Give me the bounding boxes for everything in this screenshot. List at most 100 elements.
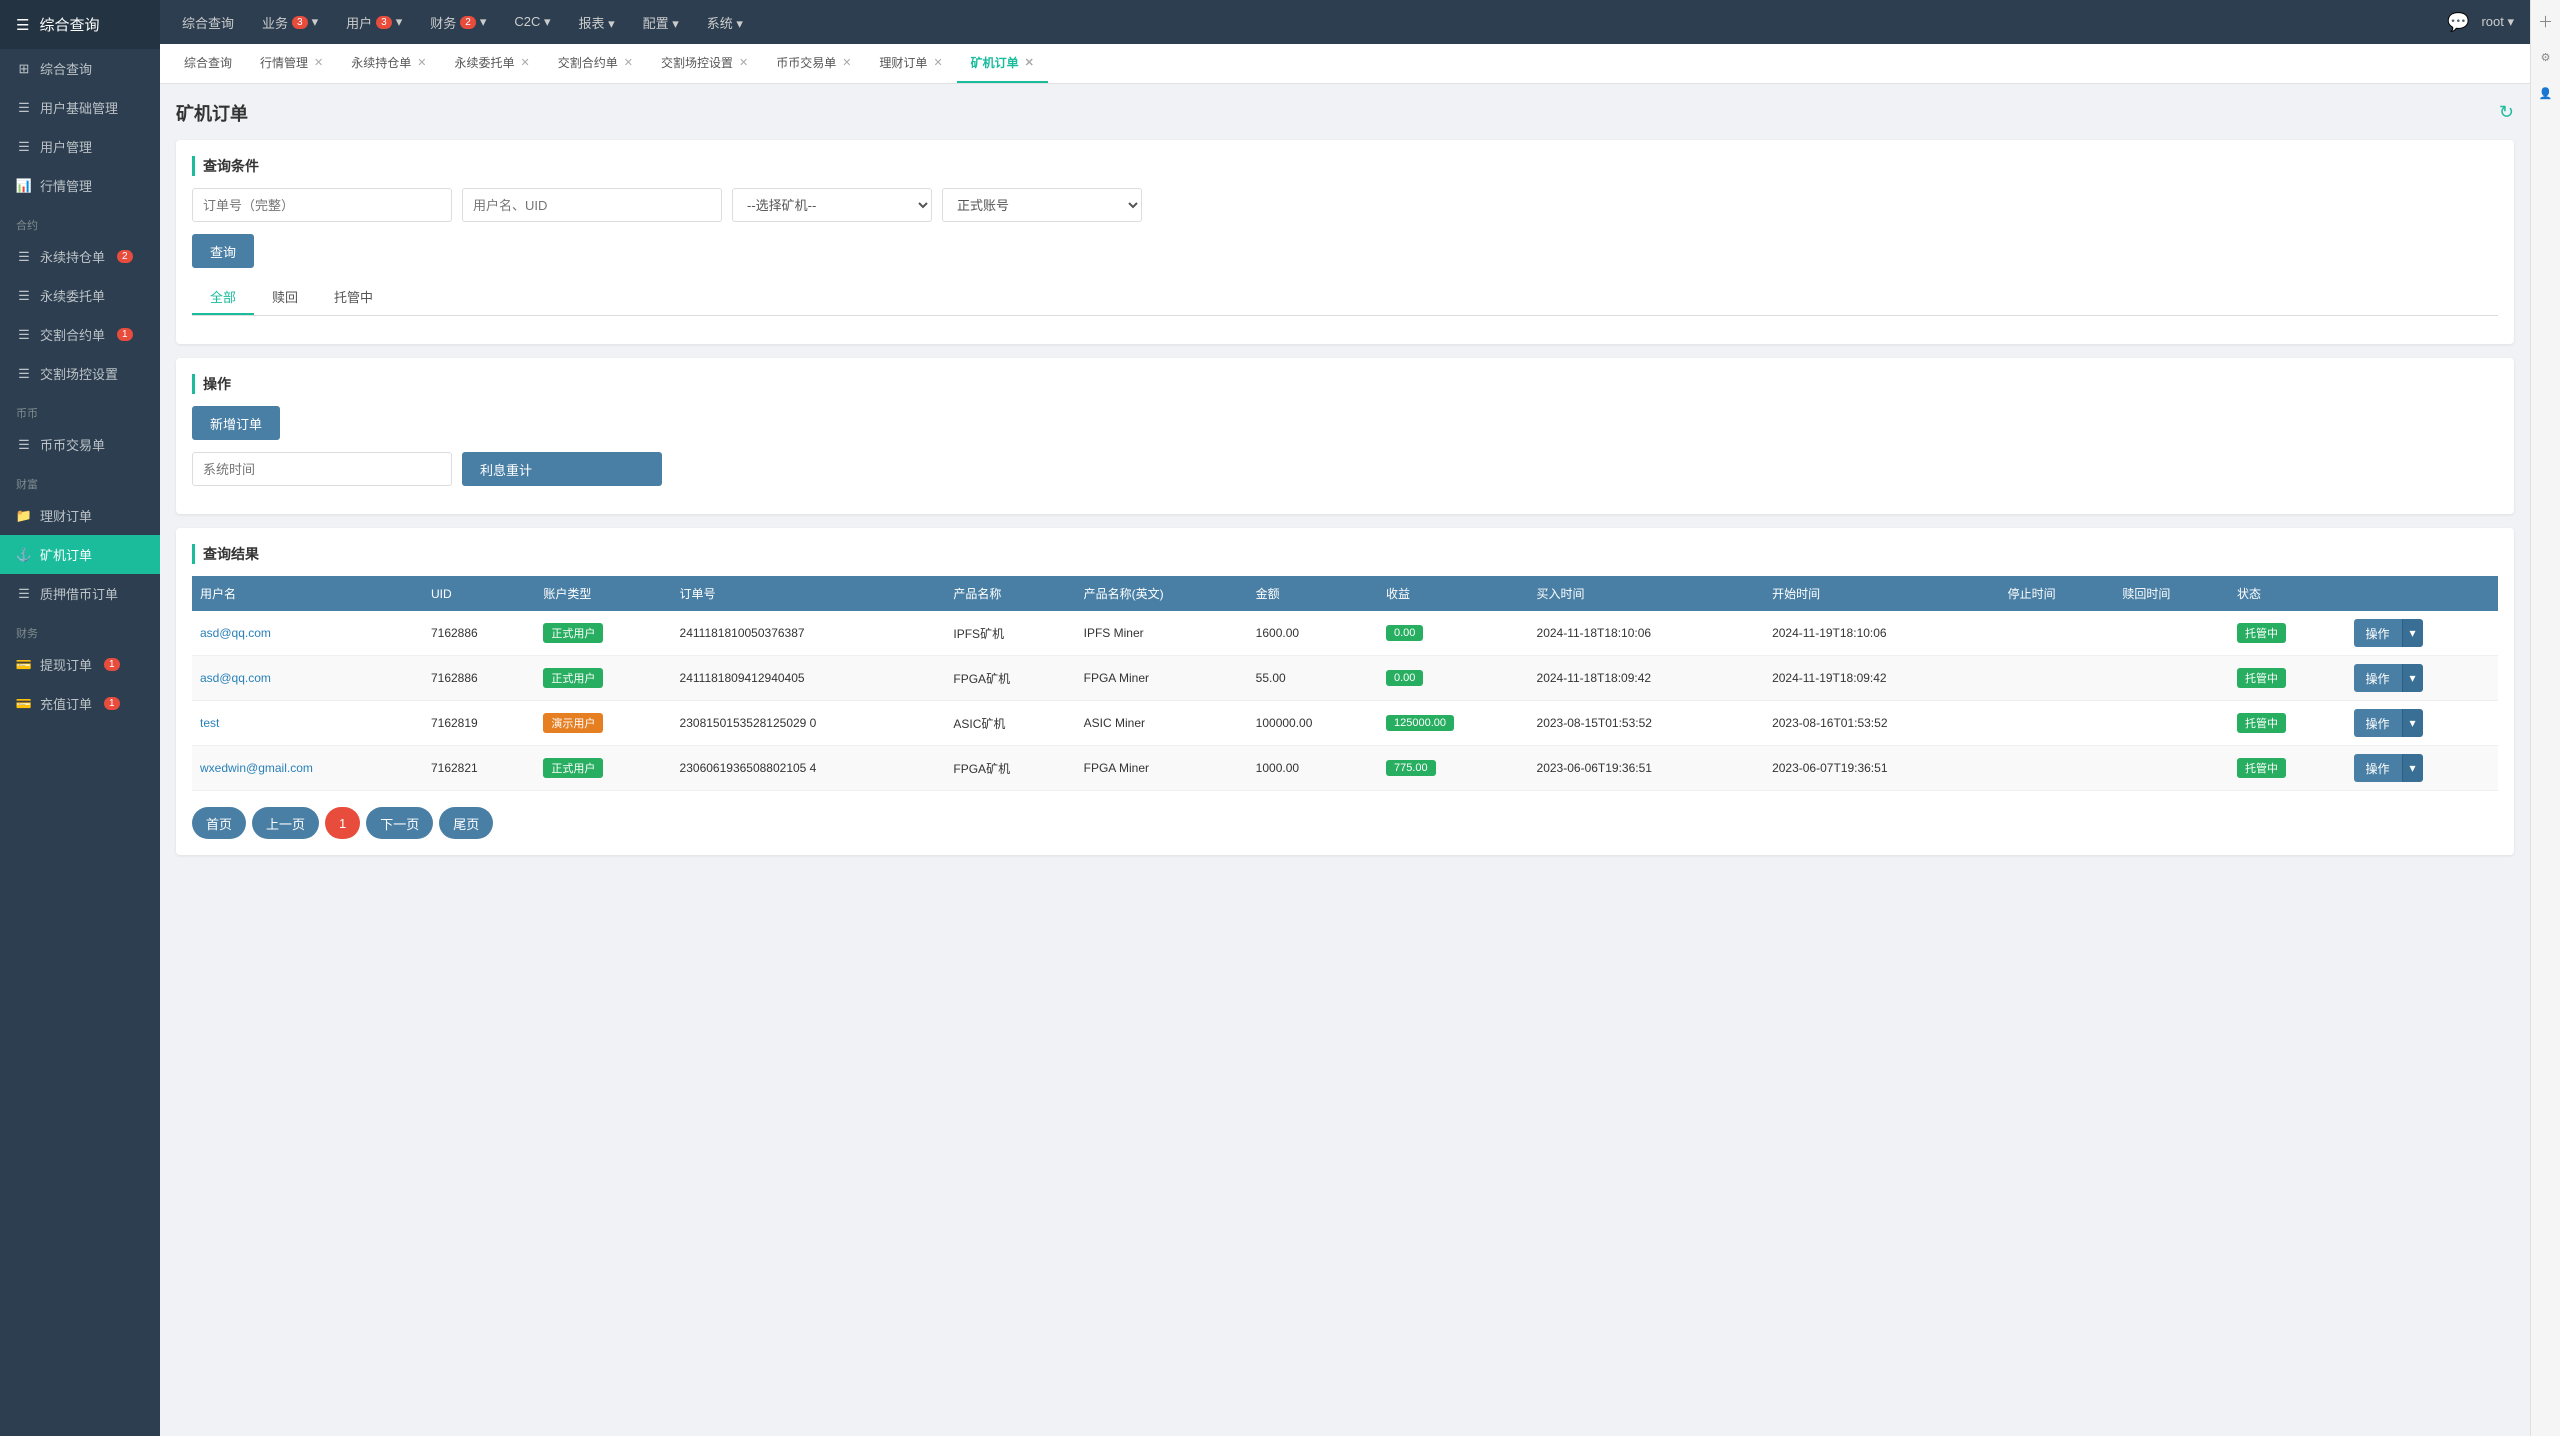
action-button[interactable]: 操作 xyxy=(2354,619,2402,647)
topnav-report[interactable]: 报表 ▾ xyxy=(573,13,621,32)
tab-delivery-contract[interactable]: 交割合约单 ✕ xyxy=(544,44,647,83)
tab-miner-order-close[interactable]: ✕ xyxy=(1025,56,1034,69)
username-link[interactable]: wxedwin@gmail.com xyxy=(200,761,313,775)
order-no-input[interactable] xyxy=(192,188,452,222)
sidebar-item-perpetual-hold[interactable]: ☰ 永续持仓单 2 xyxy=(0,237,160,276)
right-icon-user[interactable]: 👤 xyxy=(2535,82,2557,104)
action-button[interactable]: 操作 xyxy=(2354,709,2402,737)
user-label[interactable]: root ▾ xyxy=(2481,14,2514,30)
miner-select[interactable]: --选择矿机-- xyxy=(732,188,932,222)
page-current-btn[interactable]: 1 xyxy=(325,807,360,839)
action-button[interactable]: 操作 xyxy=(2354,664,2402,692)
tab-delivery-contract-close[interactable]: ✕ xyxy=(624,56,633,69)
tab-miner-order[interactable]: 矿机订单 ✕ xyxy=(957,44,1048,83)
page-prev-btn[interactable]: 上一页 xyxy=(252,807,319,839)
action-group: 操作 ▾ xyxy=(2354,619,2491,647)
tab-perpetual-entrust[interactable]: 永续委托单 ✕ xyxy=(440,44,543,83)
menu-icon[interactable]: ☰ xyxy=(16,16,29,34)
tab-market[interactable]: 行情管理 ✕ xyxy=(246,44,337,83)
topnav-user[interactable]: 用户 3 ▾ xyxy=(340,13,408,32)
topnav-system[interactable]: 系统 ▾ xyxy=(701,13,749,32)
sidebar-item-pledge-order[interactable]: ☰ 质押借币订单 xyxy=(0,574,160,613)
action-dropdown-btn[interactable]: ▾ xyxy=(2402,754,2423,782)
sidebar-item-wealth-order[interactable]: 📁 理财订单 xyxy=(0,496,160,535)
page-first-btn[interactable]: 首页 xyxy=(192,807,246,839)
action-dropdown-btn[interactable]: ▾ xyxy=(2402,709,2423,737)
tab-perpetual-entrust-close[interactable]: ✕ xyxy=(521,56,530,69)
cell-order-no: 2411181810050376387 xyxy=(672,611,946,656)
cell-account-type: 正式用户 xyxy=(535,746,671,791)
action-button[interactable]: 操作 xyxy=(2354,754,2402,782)
cell-redeem-time xyxy=(2114,746,2229,791)
action-dropdown-btn[interactable]: ▾ xyxy=(2402,619,2423,647)
search-button[interactable]: 查询 xyxy=(192,234,254,268)
account-type-badge: 正式用户 xyxy=(543,758,603,778)
sidebar-item-overview[interactable]: ⊞ 综合查询 xyxy=(0,49,160,88)
cell-status: 托管中 xyxy=(2229,701,2345,746)
username-link[interactable]: test xyxy=(200,716,219,730)
filter-tab-redeem[interactable]: 赎回 xyxy=(254,280,316,315)
tab-coin-trade-close[interactable]: ✕ xyxy=(842,56,851,69)
username-link[interactable]: asd@qq.com xyxy=(200,626,271,640)
user-input[interactable] xyxy=(462,188,722,222)
cell-start-time: 2023-06-07T19:36:51 xyxy=(1764,746,2000,791)
topnav-overview[interactable]: 综合查询 xyxy=(176,13,240,32)
account-type-select[interactable]: 正式账号 演示账号 xyxy=(942,188,1142,222)
cell-account-type: 演示用户 xyxy=(535,701,671,746)
tab-delivery-control-close[interactable]: ✕ xyxy=(739,56,748,69)
tab-coin-trade[interactable]: 币币交易单 ✕ xyxy=(762,44,865,83)
sidebar-item-delivery-contract[interactable]: ☰ 交割合约单 1 xyxy=(0,315,160,354)
page-title: 矿机订单 xyxy=(176,100,248,126)
sidebar-item-user-basic[interactable]: ☰ 用户基础管理 xyxy=(0,88,160,127)
col-amount: 金额 xyxy=(1248,576,1378,611)
cell-start-time: 2023-08-16T01:53:52 xyxy=(1764,701,2000,746)
tab-market-close[interactable]: ✕ xyxy=(314,56,323,69)
cell-username: test xyxy=(192,701,423,746)
sidebar-item-withdraw[interactable]: 💳 提现订单 1 xyxy=(0,645,160,684)
right-icon-1[interactable]: ＋ xyxy=(2535,10,2557,32)
recalc-button[interactable]: 利息重计 xyxy=(462,452,662,486)
col-uid: UID xyxy=(423,576,535,611)
sidebar-item-coin-trade[interactable]: ☰ 币币交易单 xyxy=(0,425,160,464)
tab-wealth-order[interactable]: 理财订单 ✕ xyxy=(865,44,956,83)
sidebar-item-recharge[interactable]: 💳 充值订单 1 xyxy=(0,684,160,723)
tab-perpetual-hold[interactable]: 永续持仓单 ✕ xyxy=(337,44,440,83)
cell-income: 0.00 xyxy=(1378,611,1529,656)
recharge-icon: 💳 xyxy=(16,696,32,712)
content-topbar: 矿机订单 ↻ xyxy=(176,100,2514,140)
income-badge: 775.00 xyxy=(1386,760,1436,776)
cell-username: asd@qq.com xyxy=(192,656,423,701)
username-link[interactable]: asd@qq.com xyxy=(200,671,271,685)
pagination: 首页 上一页 1 下一页 尾页 xyxy=(192,807,2498,839)
col-stop-time: 停止时间 xyxy=(2000,576,2115,611)
sidebar-item-market-mgmt[interactable]: 📊 行情管理 xyxy=(0,166,160,205)
topnav-c2c[interactable]: C2C ▾ xyxy=(508,14,556,30)
action-dropdown-btn[interactable]: ▾ xyxy=(2402,664,2423,692)
col-username: 用户名 xyxy=(192,576,423,611)
topnav-business[interactable]: 业务 3 ▾ xyxy=(256,13,324,32)
tab-delivery-control[interactable]: 交割场控设置 ✕ xyxy=(647,44,762,83)
filter-tab-managed[interactable]: 托管中 xyxy=(316,280,391,315)
filter-tab-all[interactable]: 全部 xyxy=(192,280,254,315)
topnav-config[interactable]: 配置 ▾ xyxy=(637,13,685,32)
refresh-icon[interactable]: ↻ xyxy=(2499,102,2514,123)
topnav-finance[interactable]: 财务 2 ▾ xyxy=(424,13,492,32)
cell-uid: 7162886 xyxy=(423,656,535,701)
cell-stop-time xyxy=(2000,656,2115,701)
page-last-btn[interactable]: 尾页 xyxy=(439,807,493,839)
sidebar-item-perpetual-entrust[interactable]: ☰ 永续委托单 xyxy=(0,276,160,315)
cell-product-name-en: FPGA Miner xyxy=(1076,656,1248,701)
right-icon-2[interactable]: ⚙ xyxy=(2535,46,2557,68)
tab-overview[interactable]: 综合查询 xyxy=(170,44,246,83)
sidebar-item-miner-order[interactable]: ⚓ 矿机订单 xyxy=(0,535,160,574)
new-order-button[interactable]: 新增订单 xyxy=(192,406,280,440)
sidebar-item-delivery-control[interactable]: ☰ 交割场控设置 xyxy=(0,354,160,393)
col-account-type: 账户类型 xyxy=(535,576,671,611)
page-next-btn[interactable]: 下一页 xyxy=(366,807,433,839)
tab-wealth-order-close[interactable]: ✕ xyxy=(933,56,942,69)
system-time-input[interactable] xyxy=(192,452,452,486)
tab-perpetual-hold-close[interactable]: ✕ xyxy=(417,56,426,69)
sidebar-item-user-mgmt[interactable]: ☰ 用户管理 xyxy=(0,127,160,166)
message-icon[interactable]: 💬 xyxy=(2447,12,2469,33)
recharge-badge: 1 xyxy=(104,697,120,710)
